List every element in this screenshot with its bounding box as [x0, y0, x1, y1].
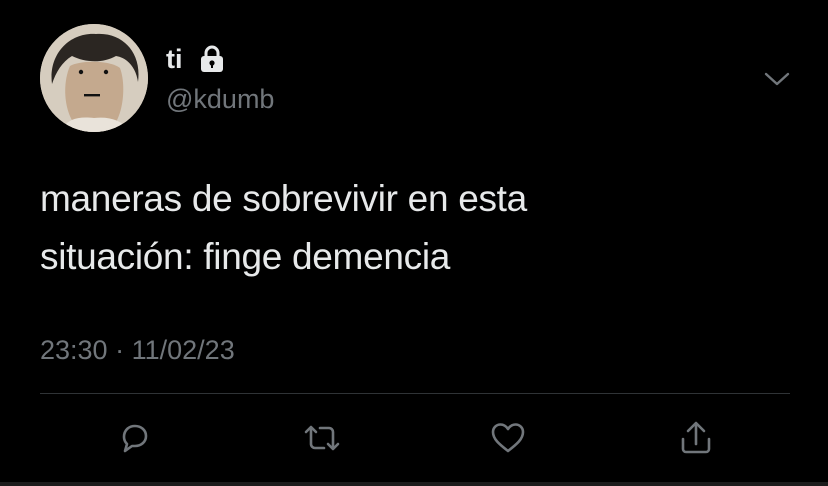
reply-button[interactable] [114, 418, 154, 458]
heart-icon [491, 423, 525, 453]
tweet-text-line: maneras de sobrevivir en esta [40, 178, 527, 219]
name-row: ti [166, 42, 227, 76]
avatar[interactable] [40, 24, 148, 132]
divider [40, 393, 790, 394]
retweet-button[interactable] [302, 418, 342, 458]
tweet-card: ti @kdumb maneras de sobrevivir en esta … [0, 0, 828, 486]
retweet-icon [304, 425, 340, 451]
tweet-timestamp[interactable]: 23:30 · 11/02/23 [40, 332, 235, 368]
tweet-time: 23:30 [40, 335, 108, 365]
lock-icon [197, 44, 227, 74]
bottom-border [0, 482, 828, 486]
user-handle[interactable]: @kdumb [166, 82, 274, 116]
tweet-text-line: situación: finge demencia [40, 236, 451, 277]
tweet-text: maneras de sobrevivir en esta situación:… [40, 170, 780, 286]
chevron-down-icon [764, 72, 790, 86]
share-button[interactable] [676, 418, 716, 458]
reply-icon [122, 424, 148, 453]
more-options-button[interactable] [760, 62, 794, 96]
tweet-date: 11/02/23 [131, 335, 235, 365]
meta-separator: · [115, 335, 125, 365]
share-icon [681, 421, 711, 454]
like-button[interactable] [488, 418, 528, 458]
display-name[interactable]: ti [166, 42, 183, 76]
